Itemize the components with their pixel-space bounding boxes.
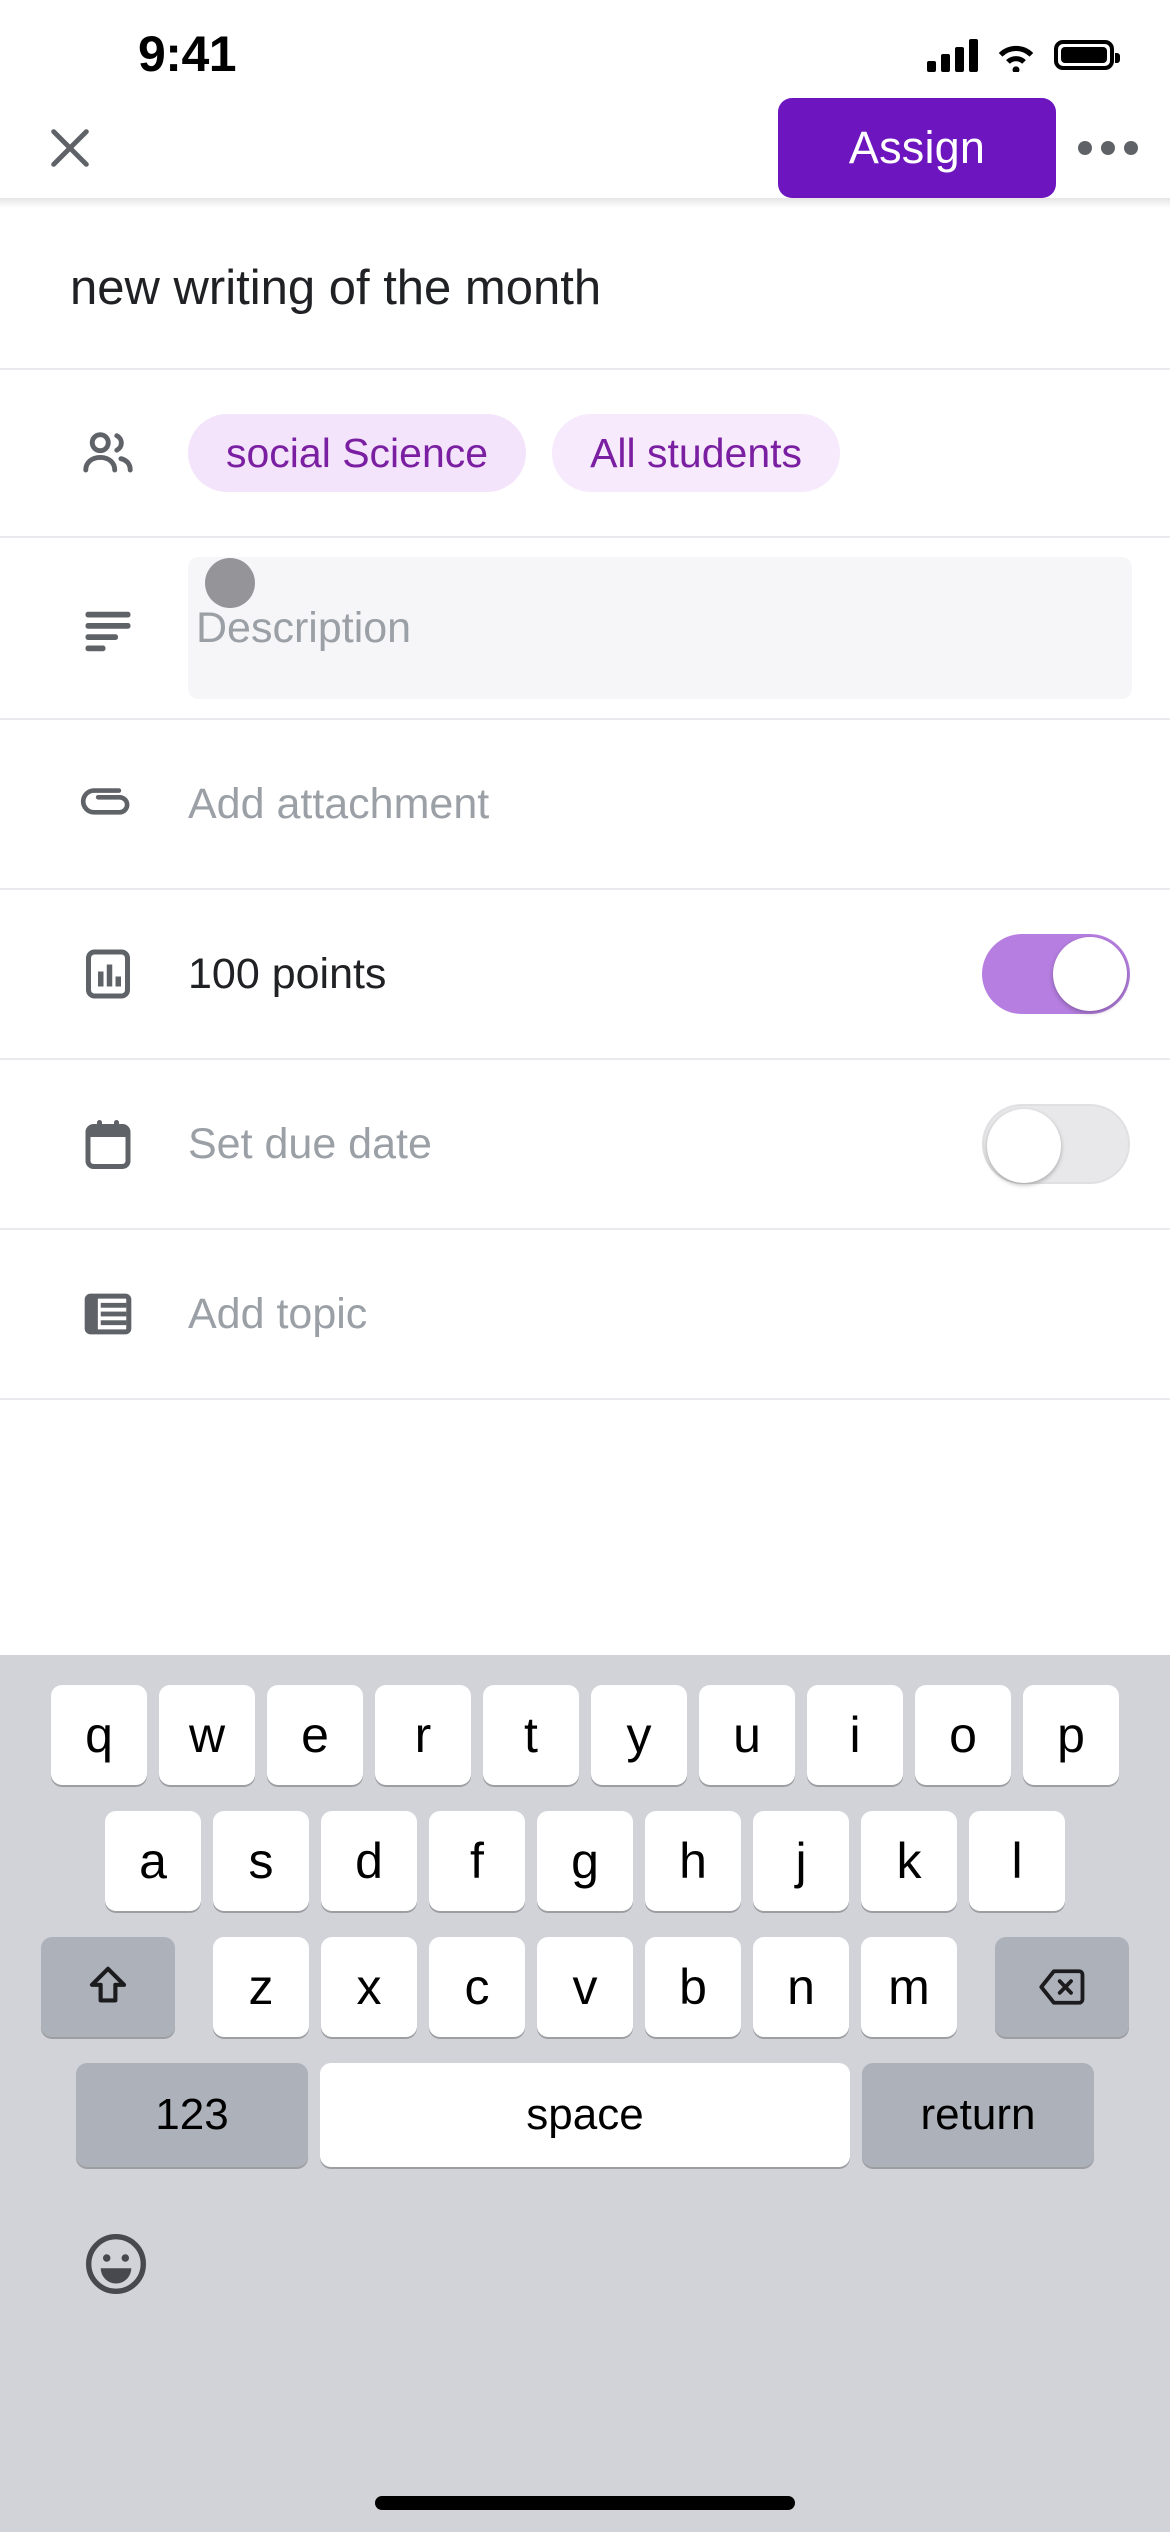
close-icon — [51, 129, 89, 167]
home-indicator — [375, 2496, 795, 2510]
description-placeholder: Description — [196, 603, 412, 652]
key-e[interactable]: e — [267, 1685, 363, 1785]
key-r[interactable]: r — [375, 1685, 471, 1785]
key-h[interactable]: h — [645, 1811, 741, 1911]
attachment-row[interactable]: Add attachment — [0, 720, 1170, 890]
app-bar: Assign — [0, 98, 1170, 198]
overflow-menu-icon[interactable] — [1056, 100, 1160, 196]
touch-cursor-indicator — [205, 558, 255, 608]
key-j[interactable]: j — [753, 1811, 849, 1911]
chip-students-label: All students — [590, 429, 803, 476]
chip-course[interactable]: social Science — [188, 414, 527, 492]
description-row[interactable]: Description — [0, 538, 1170, 720]
key-o[interactable]: o — [915, 1685, 1011, 1785]
wifi-icon — [998, 45, 1034, 72]
key-x[interactable]: x — [321, 1937, 417, 2037]
phone-screen: 9:41 Assign new writing of the month soc… — [0, 0, 1170, 2532]
keyboard-bottom-bar — [0, 2189, 1170, 2339]
shift-key[interactable] — [41, 1937, 175, 2037]
assignment-title-row[interactable]: new writing of the month — [0, 208, 1170, 370]
key-a[interactable]: a — [105, 1811, 201, 1911]
return-key[interactable]: return — [862, 2063, 1094, 2167]
points-row[interactable]: 100 points — [0, 890, 1170, 1060]
assignment-title: new writing of the month — [70, 261, 602, 315]
key-p[interactable]: p — [1023, 1685, 1119, 1785]
key-n[interactable]: n — [753, 1937, 849, 2037]
chip-students[interactable]: All students — [552, 414, 841, 492]
space-key[interactable]: space — [320, 2063, 850, 2167]
paperclip-icon — [70, 766, 146, 842]
cellular-signal-icon — [927, 38, 978, 72]
key-z[interactable]: z — [213, 1937, 309, 2037]
due-date-toggle[interactable] — [982, 1104, 1130, 1184]
key-c[interactable]: c — [429, 1937, 525, 2037]
keyboard-row-1: qwertyuiop — [0, 1685, 1170, 1785]
points-label: 100 points — [188, 949, 387, 998]
battery-icon — [1054, 40, 1120, 70]
key-w[interactable]: w — [159, 1685, 255, 1785]
key-f[interactable]: f — [429, 1811, 525, 1911]
key-g[interactable]: g — [537, 1811, 633, 1911]
audience-chips: social Science All students — [188, 414, 1130, 492]
assign-button[interactable]: Assign — [778, 98, 1056, 198]
backspace-key[interactable] — [995, 1937, 1129, 2037]
app-bar-shadow — [0, 198, 1170, 208]
key-i[interactable]: i — [807, 1685, 903, 1785]
bar-chart-icon — [70, 936, 146, 1012]
key-y[interactable]: y — [591, 1685, 687, 1785]
description-input[interactable]: Description — [188, 557, 1132, 699]
key-l[interactable]: l — [969, 1811, 1065, 1911]
close-button[interactable] — [22, 100, 118, 196]
due-date-label: Set due date — [188, 1119, 432, 1168]
numbers-key[interactable]: 123 — [76, 2063, 308, 2167]
chip-course-label: social Science — [226, 429, 489, 476]
key-d[interactable]: d — [321, 1811, 417, 1911]
key-v[interactable]: v — [537, 1937, 633, 2037]
key-s[interactable]: s — [213, 1811, 309, 1911]
points-toggle[interactable] — [982, 934, 1130, 1014]
topic-row[interactable]: Add topic — [0, 1230, 1170, 1400]
status-bar: 9:41 — [0, 0, 1170, 98]
keyboard-row-3: zxcvbnm — [0, 1937, 1170, 2037]
keyboard-row-4: 123 space return — [0, 2063, 1170, 2167]
attachment-label: Add attachment — [188, 779, 490, 828]
audience-row[interactable]: social Science All students — [0, 370, 1170, 538]
shift-arrow-icon — [89, 1966, 127, 2003]
emoji-key[interactable] — [80, 2228, 152, 2300]
due-date-row[interactable]: Set due date — [0, 1060, 1170, 1230]
status-time: 9:41 — [138, 26, 237, 82]
keyboard-letters-3: zxcvbnm — [207, 1937, 963, 2037]
key-m[interactable]: m — [861, 1937, 957, 2037]
keyboard-row-2: asdfghjkl — [0, 1811, 1170, 1911]
on-screen-keyboard: qwertyuiop asdfghjkl zxcvbnm 123 space r… — [0, 1655, 1170, 2532]
key-k[interactable]: k — [861, 1811, 957, 1911]
emoji-smiley-icon — [85, 2233, 147, 2295]
due-date-toggle-knob — [987, 1109, 1061, 1183]
list-icon — [70, 1276, 146, 1352]
status-icons — [927, 38, 1120, 72]
key-u[interactable]: u — [699, 1685, 795, 1785]
key-t[interactable]: t — [483, 1685, 579, 1785]
topic-label: Add topic — [188, 1289, 368, 1338]
people-icon — [70, 415, 146, 491]
backspace-icon — [1039, 1969, 1085, 2005]
key-b[interactable]: b — [645, 1937, 741, 2037]
key-q[interactable]: q — [51, 1685, 147, 1785]
points-toggle-knob — [1053, 937, 1127, 1011]
assignment-form: new writing of the month social Science … — [0, 208, 1170, 1655]
calendar-icon — [70, 1106, 146, 1182]
description-lines-icon — [70, 590, 146, 666]
